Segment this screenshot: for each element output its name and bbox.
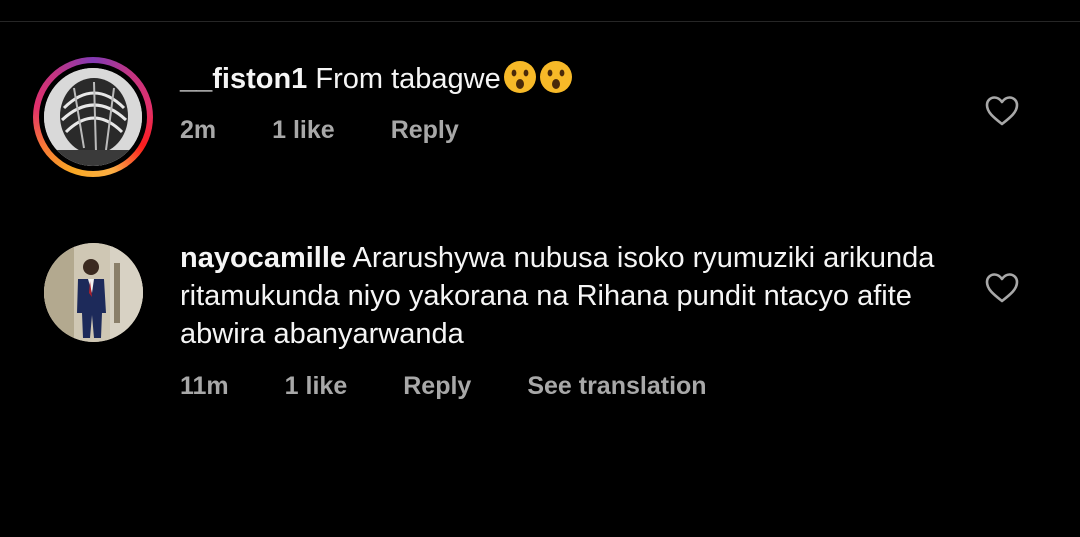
comment-body: nayocamille Ararushywa nubusa isoko ryum… <box>180 239 940 353</box>
comment-meta: 11m 1 like Reply See translation <box>180 372 763 401</box>
comment-text: From tabagwe <box>315 63 501 95</box>
comment-username[interactable]: __fiston1 <box>180 63 307 95</box>
story-ring[interactable] <box>33 57 153 177</box>
comment-body: __fiston1 From tabagwe <box>180 60 940 98</box>
heart-icon[interactable] <box>985 95 1019 127</box>
likes-count[interactable]: 1 like <box>285 372 348 401</box>
avatar-photo <box>44 68 142 166</box>
see-translation-button[interactable]: See translation <box>527 372 706 401</box>
comment-username[interactable]: nayocamille <box>180 242 346 274</box>
reply-button[interactable]: Reply <box>403 372 471 401</box>
comment-meta: 2m 1 like Reply <box>180 116 515 145</box>
reply-button[interactable]: Reply <box>391 116 459 145</box>
avatar[interactable] <box>44 68 142 166</box>
avatar[interactable] <box>44 243 143 342</box>
heart-icon[interactable] <box>985 272 1019 304</box>
likes-count[interactable]: 1 like <box>272 116 335 145</box>
comment-time: 11m <box>180 372 229 400</box>
avatar-photo <box>44 243 143 342</box>
story-ring-gap <box>39 63 147 171</box>
astonished-face-emoji <box>539 61 572 93</box>
astonished-face-emoji <box>503 61 536 93</box>
comment-time: 2m <box>180 116 217 144</box>
top-divider <box>0 21 1080 22</box>
